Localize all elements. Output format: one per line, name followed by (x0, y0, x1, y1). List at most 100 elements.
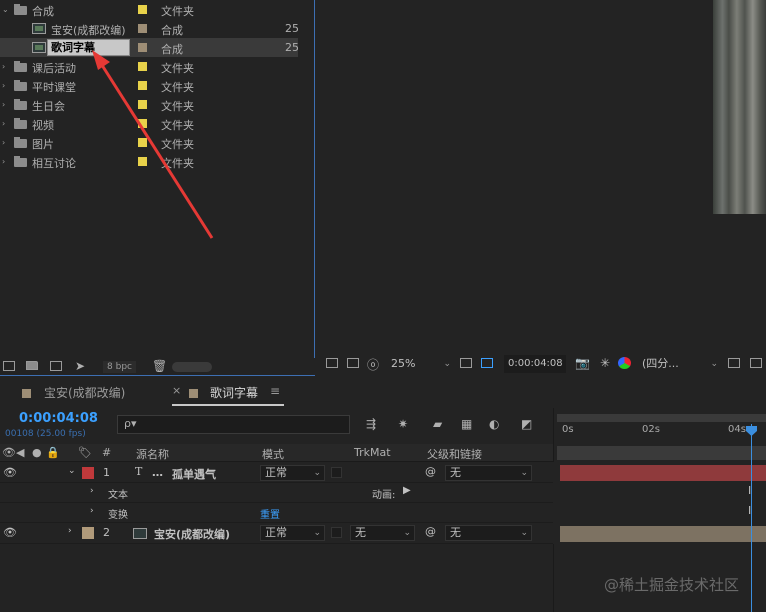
graph-editor-icon[interactable]: ◩ (521, 417, 537, 431)
region-icon[interactable] (728, 358, 740, 368)
comp-flowchart-icon[interactable]: ⇶ (366, 417, 382, 431)
bpc-button[interactable]: 8 bpc (103, 361, 136, 373)
item-name[interactable]: 相互讨论 (32, 155, 76, 171)
layer-search-input[interactable]: ρ▾ (117, 415, 350, 434)
project-item-4[interactable]: › 平时课堂 文件夹 (0, 76, 298, 95)
parent-dropdown[interactable]: 无 ⌄ (445, 525, 532, 541)
item-name[interactable]: 合成 (32, 3, 54, 19)
column-mode[interactable]: 模式 (262, 446, 284, 462)
eye-icon[interactable]: 👁 (3, 466, 17, 479)
property-row-text[interactable]: › 文本 动画: ▶ (0, 483, 553, 503)
chevron-right-icon[interactable]: › (90, 486, 94, 496)
zoom-dropdown[interactable]: 25% ⌄ (391, 355, 453, 373)
project-item-0[interactable]: ⌄ 合成 文件夹 (0, 0, 298, 19)
lock-icon[interactable]: 🔒 (46, 446, 60, 459)
trash-icon[interactable]: 🗑 (152, 359, 167, 373)
channel-icon[interactable]: ✳ (600, 356, 610, 370)
label-color-swatch[interactable] (138, 119, 147, 128)
project-item-6[interactable]: › 视频 文件夹 (0, 114, 298, 133)
play-icon[interactable]: ▶ (403, 485, 411, 496)
label-color-swatch[interactable] (138, 62, 147, 71)
chevron-right-icon[interactable]: › (90, 506, 94, 516)
solo-icon[interactable]: ● (32, 446, 42, 459)
chevron-right-icon[interactable]: › (2, 119, 5, 128)
color-channels-icon[interactable] (618, 357, 631, 369)
zoom-bar[interactable] (557, 446, 766, 460)
label-color-swatch[interactable] (138, 5, 147, 14)
mode-dropdown[interactable]: 正常 ⌄ (260, 525, 325, 541)
new-folder-icon[interactable] (26, 361, 38, 370)
pickwhip-icon[interactable]: @ (425, 525, 436, 538)
tab-lyrics[interactable]: 歌词字幕 (210, 384, 258, 401)
item-name[interactable]: 图片 (32, 136, 54, 152)
resolution-dropdown[interactable]: (四分... ⌄ (642, 355, 720, 373)
layer-color-swatch[interactable] (82, 467, 94, 479)
project-item-5[interactable]: › 生日会 文件夹 (0, 95, 298, 114)
project-item-2[interactable]: 歌词字幕 合成 25 (0, 38, 299, 57)
layer-row-2[interactable]: 👁 › 2 宝安(成都改编) 正常 ⌄ 无 ⌄ @ 无 ⌄ (0, 523, 553, 544)
item-name[interactable]: 课后活动 (32, 60, 76, 76)
chevron-down-icon[interactable]: ⌄ (2, 5, 9, 14)
item-name[interactable]: 歌词字幕 (47, 39, 130, 56)
label-color-swatch[interactable] (138, 81, 147, 90)
property-row-transform[interactable]: › 变换 重置 (0, 503, 553, 523)
item-name[interactable]: 生日会 (32, 98, 65, 114)
close-icon[interactable]: × (172, 384, 181, 397)
eye-icon[interactable]: 👁 (2, 446, 16, 459)
column-parent[interactable]: 父级和链接 (427, 446, 482, 462)
eye-icon[interactable]: 👁 (3, 526, 17, 539)
draft-3d-icon[interactable]: ✷ (398, 417, 414, 431)
motion-blur-icon[interactable]: ◐ (489, 417, 505, 431)
transparency-grid-icon[interactable] (750, 358, 762, 368)
tab-baoan[interactable]: 宝安(成都改编) (44, 384, 125, 401)
layer-name[interactable]: 孤单遇气 (172, 466, 216, 482)
layer-color-swatch[interactable] (82, 527, 94, 539)
label-color-swatch[interactable] (138, 138, 147, 147)
fit-icon[interactable] (460, 358, 472, 368)
chevron-right-icon[interactable]: › (2, 81, 5, 90)
label-color-swatch[interactable] (138, 157, 147, 166)
layer-name[interactable]: 宝安(成都改编) (154, 526, 230, 542)
column-trkmat[interactable]: TrkMat (354, 446, 391, 459)
trkmat-dropdown[interactable]: 无 ⌄ (350, 525, 415, 541)
render-icon[interactable]: ➤ (75, 359, 85, 373)
audio-icon[interactable]: ◀ (16, 446, 24, 459)
column-source-name[interactable]: 源名称 (136, 446, 169, 462)
item-name[interactable]: 视频 (32, 117, 54, 133)
label-icon[interactable]: 🏷 (78, 446, 92, 459)
label-color-swatch[interactable] (138, 24, 147, 33)
shy-layers-icon[interactable]: ▰ (433, 417, 449, 431)
item-name[interactable]: 平时课堂 (32, 79, 76, 95)
work-area-bar[interactable] (557, 414, 766, 422)
mode-dropdown[interactable]: 正常 ⌄ (260, 465, 325, 481)
horizontal-scrollbar[interactable] (172, 362, 212, 372)
chevron-right-icon[interactable]: › (68, 526, 72, 536)
layer-row-1[interactable]: 👁 ⌄ 1 T … 孤单遇气 正常 ⌄ @ 无 ⌄ (0, 463, 553, 483)
layer-2-duration-bar[interactable] (560, 526, 766, 542)
playhead-line[interactable] (751, 424, 752, 612)
chevron-right-icon[interactable]: › (2, 100, 5, 109)
item-name[interactable]: 宝安(成都改编) (51, 22, 126, 38)
chevron-right-icon[interactable]: › (2, 62, 5, 71)
trkmat-checkbox[interactable] (331, 527, 342, 538)
project-item-7[interactable]: › 图片 文件夹 (0, 133, 298, 152)
viewer-timecode[interactable]: 0:00:04:08 (504, 355, 566, 373)
project-item-3[interactable]: › 课后活动 文件夹 (0, 57, 298, 76)
label-color-swatch[interactable] (138, 100, 147, 109)
current-timecode[interactable]: 0:00:04:08 (19, 411, 98, 426)
vr-icon[interactable]: ⓞ (367, 356, 379, 373)
time-ruler[interactable]: 0s 02s 04s (553, 408, 766, 462)
menu-icon[interactable]: ≡ (270, 384, 280, 398)
interpret-footage-icon[interactable] (3, 361, 15, 371)
monitor-icon[interactable] (347, 358, 359, 368)
trkmat-checkbox[interactable] (331, 467, 342, 478)
new-composition-icon[interactable] (50, 361, 62, 371)
parent-dropdown[interactable]: 无 ⌄ (445, 465, 532, 481)
label-color-swatch[interactable] (138, 43, 147, 52)
animate-label[interactable]: 动画: (372, 486, 395, 501)
chevron-right-icon[interactable]: › (2, 138, 5, 147)
camera-icon[interactable]: 📷 (575, 356, 590, 370)
chevron-down-icon[interactable]: ⌄ (68, 466, 76, 476)
project-item-1[interactable]: 宝安(成都改编) 合成 25 (0, 19, 299, 38)
project-item-8[interactable]: › 相互讨论 文件夹 (0, 152, 298, 171)
